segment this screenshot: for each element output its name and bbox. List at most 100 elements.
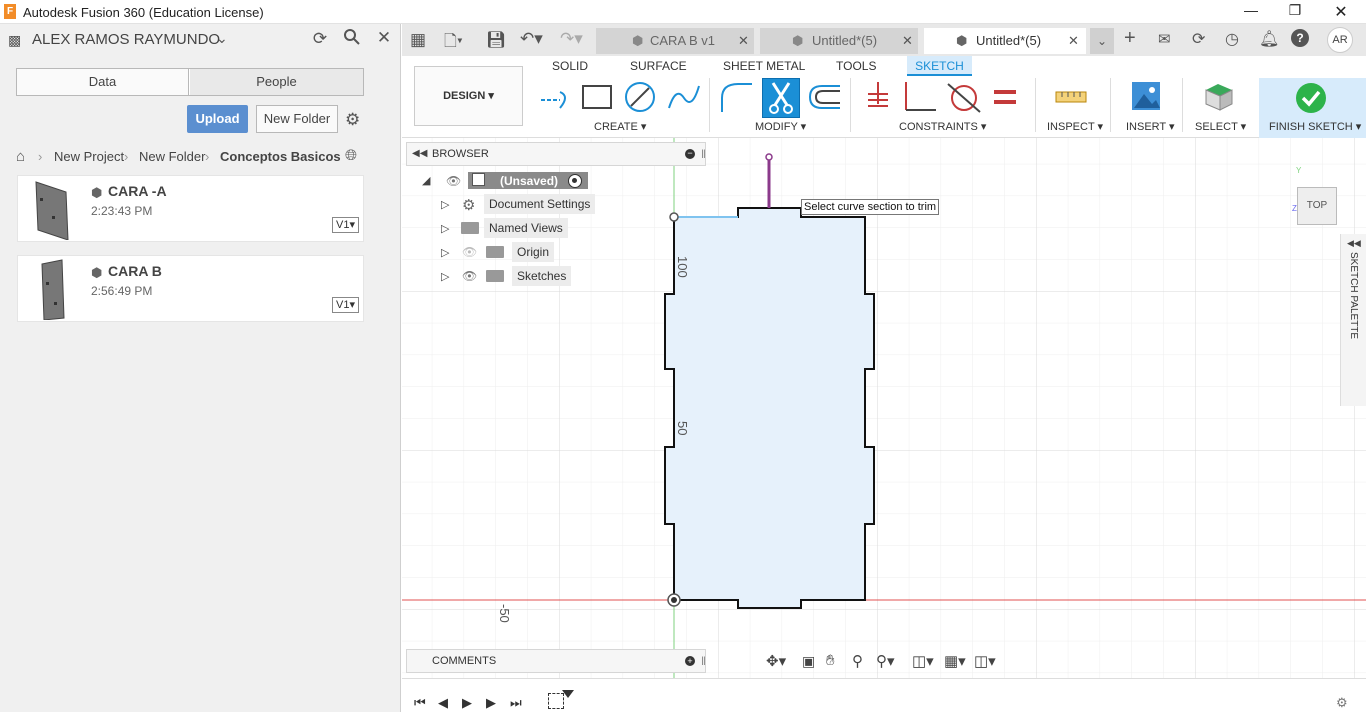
select-menu[interactable]: SELECT ▾ <box>1195 120 1246 133</box>
minimize-button[interactable]: — <box>1236 2 1266 22</box>
expand-arrow-icon[interactable]: ▷ <box>441 270 449 283</box>
pan-hand-icon[interactable]: ✋︎ <box>826 652 835 669</box>
doc-tab[interactable]: ⬢ Untitled*(5) ✕ <box>760 28 918 54</box>
eye-icon[interactable]: 👁︎ <box>462 269 477 283</box>
undo-icon[interactable]: ↶▾ <box>520 29 543 49</box>
finish-sketch-menu[interactable]: FINISH SKETCH ▾ <box>1269 120 1361 133</box>
search-icon[interactable] <box>341 28 363 51</box>
coincident-constraint-icon[interactable] <box>864 80 892 114</box>
tab-overflow-chevron-icon[interactable]: ⌄ <box>1090 28 1114 54</box>
breadcrumb-project[interactable]: New Project <box>54 149 124 164</box>
user-name[interactable]: ALEX RAMOS RAYMUNDO <box>32 31 220 48</box>
version-badge[interactable]: V1▾ <box>332 297 359 313</box>
viewports-icon[interactable]: ◫▾ <box>974 652 996 670</box>
rectangle-tool-icon[interactable] <box>580 82 614 112</box>
zoom-icon[interactable]: ⚲ <box>852 652 863 670</box>
browser-item-sketches[interactable]: Sketches <box>512 266 572 286</box>
viewcube[interactable]: Y TOP Z <box>1292 158 1352 225</box>
help-icon[interactable]: ? <box>1291 29 1309 47</box>
insert-menu[interactable]: INSERT ▾ <box>1126 120 1175 133</box>
minus-circle-icon[interactable]: − <box>685 149 695 159</box>
eye-icon[interactable]: 👁︎ <box>446 174 461 188</box>
viewcube-face[interactable]: TOP <box>1297 187 1337 225</box>
select-tool-icon[interactable] <box>1202 80 1236 114</box>
fillet-tool-icon[interactable] <box>718 80 754 114</box>
job-status-icon[interactable]: ⟳ <box>1192 29 1205 49</box>
trim-tool-button[interactable] <box>762 78 800 118</box>
close-panel-icon[interactable]: ✕ <box>373 28 395 48</box>
step-forward-icon[interactable]: ▶ <box>486 695 496 711</box>
circle-tool-icon[interactable] <box>622 80 658 114</box>
browser-item-origin[interactable]: Origin <box>512 242 555 262</box>
look-at-icon[interactable]: ▣ <box>802 653 815 670</box>
panel-grip-icon[interactable]: ‖ <box>701 147 706 161</box>
tab-solid[interactable]: SOLID <box>552 59 588 73</box>
tangent-constraint-icon[interactable] <box>946 80 982 114</box>
upload-button[interactable]: Upload <box>187 105 248 133</box>
add-comment-icon[interactable]: + <box>685 656 695 666</box>
collapse-browser-icon[interactable]: ◀◀ <box>412 148 427 159</box>
expand-arrow-icon[interactable]: ▷ <box>441 246 449 259</box>
version-badge[interactable]: V1▾ <box>332 217 359 233</box>
hidden-eye-icon[interactable]: 👁︎ <box>462 245 477 259</box>
sketch-point[interactable] <box>765 153 773 161</box>
line-tool-icon[interactable] <box>538 80 574 114</box>
breadcrumb-folder[interactable]: New Folder <box>139 149 205 164</box>
finish-sketch-button[interactable]: FINISH SKETCH ▾ <box>1259 78 1366 138</box>
browser-item-named-views[interactable]: Named Views <box>484 218 568 238</box>
go-to-start-icon[interactable]: ⏮︎ <box>414 695 426 711</box>
comments-panel[interactable]: COMMENTS + ‖ <box>406 649 706 673</box>
chat-icon[interactable]: ✉ <box>1158 30 1171 48</box>
expand-palette-icon[interactable]: ◀◀ <box>1347 238 1361 249</box>
go-to-end-icon[interactable]: ⏭︎ <box>510 695 522 711</box>
sketch-profile[interactable] <box>664 207 875 609</box>
close-window-button[interactable]: ✕ <box>1326 2 1356 22</box>
tab-data[interactable]: Data <box>17 69 189 95</box>
new-tab-plus-icon[interactable]: + <box>1124 27 1136 50</box>
home-icon[interactable]: ⌂ <box>16 148 25 165</box>
panel-grip-icon[interactable]: ‖ <box>701 654 706 668</box>
offset-tool-icon[interactable] <box>806 80 842 114</box>
tab-sketch[interactable]: SKETCH <box>907 56 972 76</box>
sketch-point[interactable] <box>669 212 679 222</box>
tab-people[interactable]: People <box>190 69 363 95</box>
constraints-menu[interactable]: CONSTRAINTS ▾ <box>899 120 986 133</box>
globe-icon[interactable]: 🌐︎ <box>345 147 357 164</box>
play-icon[interactable]: ▶ <box>462 695 472 711</box>
workspace-selector[interactable]: DESIGN ▾ <box>414 66 523 126</box>
new-folder-button[interactable]: New Folder <box>256 105 338 133</box>
fit-icon[interactable]: ⚲▾ <box>876 652 895 670</box>
timeline-marker-icon[interactable] <box>562 690 574 698</box>
timeline-settings-icon[interactable]: ⚙ <box>1336 695 1348 711</box>
close-tab-icon[interactable]: ✕ <box>738 28 749 54</box>
expand-triangle-icon[interactable]: ◢ <box>422 174 430 187</box>
insert-image-icon[interactable] <box>1130 80 1162 112</box>
avatar[interactable]: AR <box>1327 27 1353 53</box>
clock-icon[interactable]: ◷ <box>1225 29 1239 49</box>
save-icon[interactable]: 💾︎ <box>486 30 506 50</box>
modify-menu[interactable]: MODIFY ▾ <box>755 120 806 133</box>
measure-ruler-icon[interactable] <box>1054 84 1088 110</box>
orbit-icon[interactable]: ✥▾ <box>766 652 786 670</box>
spline-tool-icon[interactable] <box>666 80 702 114</box>
doc-tab-active[interactable]: ⬢ Untitled*(5) ✕ <box>924 28 1086 54</box>
chevron-down-icon[interactable]: ⌄ <box>216 30 228 47</box>
tab-surface[interactable]: SURFACE <box>630 59 687 73</box>
file-menu-icon[interactable]: 🗋︎▾ <box>444 30 463 57</box>
equal-constraint-icon[interactable] <box>992 84 1018 110</box>
activate-radio-icon[interactable] <box>568 174 582 188</box>
create-menu[interactable]: CREATE ▾ <box>594 120 646 133</box>
step-back-icon[interactable]: ◀ <box>438 695 448 711</box>
expand-arrow-icon[interactable]: ▷ <box>441 198 449 211</box>
apps-grid-icon[interactable]: ▦ <box>410 30 426 50</box>
browser-header[interactable]: ◀◀ BROWSER − ‖ <box>406 142 706 166</box>
tab-sheet-metal[interactable]: SHEET METAL <box>723 59 805 73</box>
notification-bell-icon[interactable]: 🔔︎ <box>1259 29 1279 49</box>
sketch-palette[interactable]: ◀◀ SKETCH PALETTE <box>1340 234 1366 406</box>
inspect-menu[interactable]: INSPECT ▾ <box>1047 120 1103 133</box>
close-tab-icon[interactable]: ✕ <box>902 28 913 54</box>
browser-item-document-settings[interactable]: Document Settings <box>484 194 596 214</box>
expand-arrow-icon[interactable]: ▷ <box>441 222 449 235</box>
design-canvas[interactable]: 100 50 -50 Select curve section to trim … <box>402 138 1366 678</box>
display-settings-icon[interactable]: ◫▾ <box>912 652 934 670</box>
